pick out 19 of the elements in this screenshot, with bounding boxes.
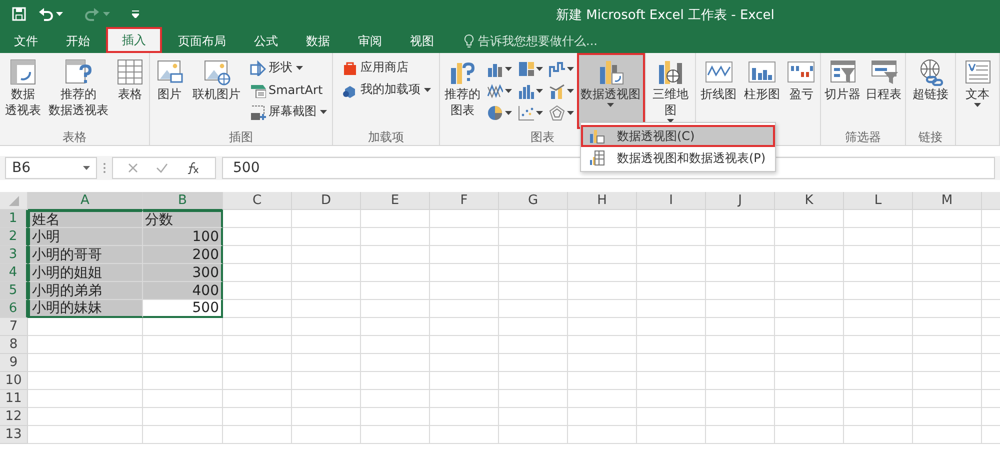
table-cell: 分数 [143, 210, 223, 228]
table-cell: 小明 [28, 228, 143, 246]
table-cell: 小明的妹妹 [28, 300, 143, 318]
table-cell: 小明的哥哥 [28, 246, 143, 264]
group-label: 插图 [229, 130, 253, 144]
window-title: 新建 Microsoft Excel 工作表 - Excel [556, 7, 774, 24]
table-cell: 400 [143, 282, 223, 300]
group-label: 表格 [62, 130, 86, 144]
group-label: 链接 [918, 130, 942, 144]
table-cell: 小明的弟弟 [28, 282, 143, 300]
table-cell: 100 [143, 228, 223, 246]
group-label: 加载项 [368, 130, 404, 144]
table-cell: 500 [143, 300, 223, 318]
group-label: 筛选器 [845, 130, 881, 144]
table-cell: 200 [143, 246, 223, 264]
table-cell: 小明的姐姐 [28, 264, 143, 282]
table-cell: 姓名 [28, 210, 143, 228]
group-label: 图表 [530, 130, 554, 144]
table-cell: 300 [143, 264, 223, 282]
